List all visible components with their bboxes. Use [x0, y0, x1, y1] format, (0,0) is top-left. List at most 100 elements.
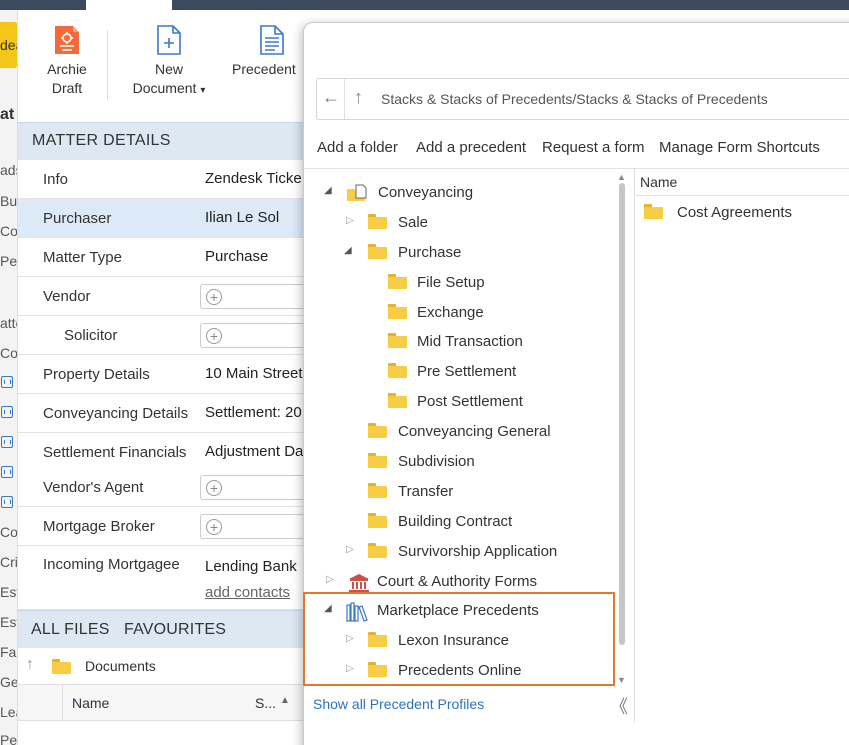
matter-row-settlement-financials[interactable]: Settlement Financials Adjustment Da — [18, 433, 308, 472]
nav-fragment[interactable]: Ge — [0, 674, 17, 690]
up-folder-button[interactable]: ↑ — [354, 87, 363, 108]
column-name[interactable]: Name — [72, 695, 109, 711]
books-icon — [346, 602, 370, 626]
window-top-bar — [0, 0, 849, 10]
nav-fragment[interactable]: Far — [0, 644, 17, 660]
calendar-icon[interactable] — [1, 376, 13, 388]
dropdown-caret-icon: ▾ — [200, 85, 206, 96]
new-document-icon — [157, 25, 181, 55]
add-folder-button[interactable]: Add a folder — [317, 139, 398, 156]
pane-divider[interactable] — [634, 168, 635, 723]
nav-fragment[interactable]: ads — [0, 162, 17, 178]
collapsed-arrow-icon[interactable]: ▷ — [346, 663, 354, 674]
matter-row-purchaser[interactable]: Purchaser Ilian Le Sol — [18, 199, 308, 238]
precedents-dialog: ← ↑ Stacks & Stacks of Precedents/Stacks… — [303, 22, 849, 745]
matter-row-vendors-agent[interactable]: Vendor's Agent + — [18, 468, 308, 507]
matter-row-conveyancing-details[interactable]: Conveyancing Details Settlement: 20 — [18, 394, 308, 433]
active-ribbon-tab[interactable] — [86, 0, 172, 10]
add-precedent-button[interactable]: Add a precedent — [416, 139, 526, 156]
matter-row-incoming-mortgagee[interactable]: Incoming Mortgagee Lending Bank add cont… — [18, 546, 308, 610]
precedent-button[interactable]: Precedent — [232, 24, 312, 79]
breadcrumb-path[interactable]: Stacks & Stacks of Precedents/Stacks & S… — [381, 91, 768, 107]
yellow-action-button[interactable]: dea — [0, 22, 17, 68]
collapsed-arrow-icon[interactable]: ▷ — [346, 215, 354, 226]
precedent-icon — [260, 25, 284, 55]
matter-row-matter-type[interactable]: Matter Type Purchase — [18, 238, 308, 277]
matter-row-vendor[interactable]: Vendor + — [18, 277, 308, 316]
collapse-pane-icon[interactable]: 《 — [610, 693, 628, 719]
sort-ascending-icon: ▲ — [280, 695, 290, 706]
nav-fragment[interactable]: Pe — [0, 253, 17, 269]
courthouse-icon — [348, 573, 370, 597]
folder-icon — [388, 333, 407, 348]
precedent-tree: ◢ Conveyancing ▷ Sale ◢ Purchase File Se… — [304, 168, 634, 718]
scroll-up-icon[interactable]: ▲ — [617, 172, 626, 182]
calendar-icon[interactable] — [1, 406, 13, 418]
add-vendors-agent-field[interactable]: + — [200, 475, 308, 500]
collapsed-arrow-icon[interactable]: ▷ — [346, 544, 354, 555]
nav-fragment[interactable]: Cri — [0, 554, 17, 570]
expanded-arrow-icon[interactable]: ◢ — [344, 245, 352, 256]
column-size[interactable]: S... — [255, 695, 276, 711]
column-name[interactable]: Name — [640, 174, 677, 190]
matter-row-info[interactable]: Info Zendesk Ticke — [18, 160, 308, 199]
calendar-icon[interactable] — [1, 496, 13, 508]
folder-icon — [368, 662, 387, 677]
folder-icon — [368, 513, 387, 528]
nav-fragment[interactable]: atte — [0, 315, 17, 331]
column-divider — [62, 685, 63, 721]
files-list — [18, 721, 308, 745]
nav-fragment[interactable]: Co — [0, 223, 17, 239]
request-form-button[interactable]: Request a form — [542, 139, 645, 156]
manage-form-shortcuts-button[interactable]: Manage Form Shortcuts — [659, 139, 820, 156]
back-button[interactable]: ← — [317, 79, 345, 119]
folder-icon — [368, 244, 387, 259]
command-bar: Add a folder Add a precedent Request a f… — [304, 128, 849, 168]
matter-row-solicitor[interactable]: Solicitor + — [18, 316, 308, 355]
tab-all-files[interactable]: ALL FILES — [31, 621, 110, 639]
expanded-arrow-icon[interactable]: ◢ — [324, 185, 332, 196]
tree-scrollbar[interactable] — [619, 183, 625, 645]
add-circle-icon: + — [206, 289, 222, 305]
folder-icon — [368, 423, 387, 438]
archie-draft-button[interactable]: Archie Draft — [42, 24, 92, 98]
tab-favourites[interactable]: FAVOURITES — [124, 621, 226, 639]
calendar-icon[interactable] — [1, 436, 13, 448]
nav-fragment[interactable]: Co — [0, 524, 17, 540]
add-vendor-field[interactable]: + — [200, 284, 308, 309]
nav-fragment[interactable]: Est — [0, 584, 17, 600]
collapsed-arrow-icon[interactable]: ▷ — [346, 633, 354, 644]
scroll-down-icon[interactable]: ▼ — [617, 675, 626, 685]
nav-fragment[interactable]: Lea — [0, 704, 17, 720]
add-mortgage-broker-field[interactable]: + — [200, 514, 308, 539]
matter-details-header[interactable]: MATTER DETAILS — [18, 122, 308, 160]
add-solicitor-field[interactable]: + — [200, 323, 308, 348]
nav-fragment[interactable]: Co — [0, 345, 17, 361]
files-column-header: Name S... ▲ — [18, 685, 308, 721]
matter-row-property-details[interactable]: Property Details 10 Main Street — [18, 355, 308, 394]
show-all-precedent-profiles-link[interactable]: Show all Precedent Profiles — [313, 696, 484, 712]
folder-icon — [368, 543, 387, 558]
folder-document-icon — [346, 184, 368, 206]
folder-icon — [368, 214, 387, 229]
documents-folder-row[interactable]: ↑ Documents — [18, 648, 308, 685]
back-arrow-icon: ← — [322, 87, 340, 107]
folder-icon — [388, 393, 407, 408]
nav-fragment[interactable]: Bu — [0, 193, 17, 209]
matter-details-title: MATTER DETAILS — [32, 132, 171, 149]
collapsed-arrow-icon[interactable]: ▷ — [326, 574, 334, 585]
heading-fragment: at — [0, 106, 15, 123]
folder-icon — [388, 274, 407, 289]
expanded-arrow-icon[interactable]: ◢ — [324, 603, 332, 614]
folder-icon — [368, 453, 387, 468]
add-contacts-link[interactable]: add contacts — [205, 584, 290, 601]
matter-row-mortgage-broker[interactable]: Mortgage Broker + — [18, 507, 308, 546]
new-document-button[interactable]: New Document ▾ — [126, 24, 212, 100]
folder-icon — [388, 304, 407, 319]
nav-fragment[interactable]: Est — [0, 614, 17, 630]
up-arrow-icon[interactable]: ↑ — [26, 656, 34, 674]
folder-icon — [368, 632, 387, 647]
calendar-icon[interactable] — [1, 466, 13, 478]
nav-fragment[interactable]: Pe — [0, 732, 17, 745]
left-navigation-strip: dea at ads Bu Co Pe atte Co Co Cri Est E… — [0, 10, 18, 745]
